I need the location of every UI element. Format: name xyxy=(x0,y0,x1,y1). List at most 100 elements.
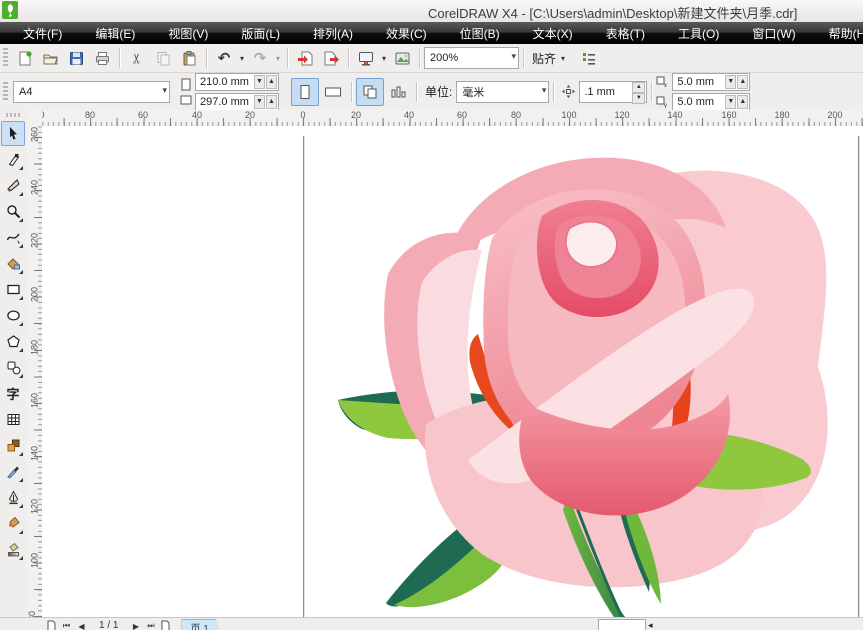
save-floppy-icon xyxy=(68,50,85,67)
menu-file[interactable]: 文件(F) xyxy=(12,22,73,45)
last-page-button[interactable]: ⏭ xyxy=(143,619,158,630)
nudge-offset-field[interactable]: .1 mm ▲▼ xyxy=(579,81,647,103)
redo-button[interactable]: ↷ xyxy=(247,45,273,71)
vruler-label: 240 xyxy=(30,180,40,195)
menu-arrange[interactable]: 排列(A) xyxy=(302,22,364,45)
menu-text[interactable]: 文本(X) xyxy=(522,22,584,45)
eyedropper-tool[interactable] xyxy=(1,459,25,484)
coreldraw-logo-icon xyxy=(2,1,20,21)
application-launcher-button[interactable] xyxy=(353,45,379,71)
spin-up[interactable]: ▲ xyxy=(632,82,645,93)
spin-down[interactable]: ▼ xyxy=(632,93,645,104)
menu-bitmaps[interactable]: 位图(B) xyxy=(449,22,511,45)
freehand-tool[interactable] xyxy=(1,225,25,250)
interactive-fill-tool[interactable] xyxy=(1,537,25,562)
paper-width-value: 210.0 mm xyxy=(200,76,249,88)
undo-button[interactable]: ↶ xyxy=(211,45,237,71)
menu-tools[interactable]: 工具(O) xyxy=(667,22,730,45)
propbar-separator xyxy=(553,82,554,102)
menu-window[interactable]: 窗口(W) xyxy=(741,22,806,45)
export-button[interactable] xyxy=(318,45,344,71)
blend-tool[interactable] xyxy=(1,433,25,458)
menu-effects[interactable]: 效果(C) xyxy=(375,22,438,45)
paper-width-field[interactable]: 210.0 mm ▼▲ xyxy=(195,73,279,91)
menu-view[interactable]: 视图(V) xyxy=(157,22,219,45)
toolbox-grip[interactable] xyxy=(6,113,20,117)
rose-artwork[interactable] xyxy=(330,142,860,617)
shape-tool[interactable] xyxy=(1,147,25,172)
pick-tool[interactable] xyxy=(1,121,25,146)
first-page-button[interactable]: ⏮ xyxy=(59,619,74,630)
vruler-label: 220 xyxy=(30,233,40,248)
next-page-button[interactable]: ▶ xyxy=(128,619,143,630)
menu-layout[interactable]: 版面(L) xyxy=(230,22,291,45)
save-button[interactable] xyxy=(63,45,89,71)
import-button[interactable] xyxy=(292,45,318,71)
portrait-button[interactable] xyxy=(291,78,319,106)
spin-up[interactable]: ▲ xyxy=(737,75,748,89)
fill-tool[interactable] xyxy=(1,511,25,536)
spin-up[interactable]: ▲ xyxy=(266,75,277,89)
hruler-label: 100 xyxy=(561,110,576,120)
crop-tool[interactable] xyxy=(1,173,25,198)
menu-help[interactable]: 帮助(H) xyxy=(818,22,863,45)
spin-up[interactable]: ▲ xyxy=(266,95,277,109)
text-tool[interactable]: 字 xyxy=(1,381,25,406)
menu-table[interactable]: 表格(T) xyxy=(595,22,656,45)
duplicate-x-field[interactable]: 5.0 mm ▼▲ xyxy=(672,73,750,91)
welcome-screen-button[interactable] xyxy=(389,45,415,71)
snap-dropdown[interactable]: 贴齐 ▾ xyxy=(528,48,569,69)
all-pages-button[interactable] xyxy=(356,78,384,106)
current-page-button[interactable] xyxy=(384,78,412,106)
paper-width-icon xyxy=(180,78,192,91)
options-button[interactable] xyxy=(575,45,601,71)
horizontal-scrollbar-track[interactable] xyxy=(598,619,646,630)
zoom-tool[interactable] xyxy=(1,199,25,224)
copy-button[interactable] xyxy=(150,45,176,71)
rectangle-tool[interactable] xyxy=(1,277,25,302)
print-button[interactable] xyxy=(89,45,115,71)
paper-preset-combo[interactable]: A4 ▾ xyxy=(13,81,170,103)
cut-button[interactable]: ✂ xyxy=(124,45,150,71)
toolbar-separator xyxy=(419,48,420,68)
launcher-dropdown[interactable]: ▾ xyxy=(379,54,389,63)
redo-dropdown[interactable]: ▾ xyxy=(273,54,283,63)
horizontal-ruler[interactable]: 10080604020020406080100120140160180200 xyxy=(42,110,863,127)
paper-height-field[interactable]: 297.0 mm ▼▲ xyxy=(195,93,279,111)
basic-shapes-tool[interactable] xyxy=(1,355,25,380)
open-button[interactable] xyxy=(37,45,63,71)
vertical-ruler[interactable]: 26024022020018016014012010080 xyxy=(26,126,43,617)
outline-pen-tool[interactable] xyxy=(1,485,25,510)
smart-fill-tool[interactable] xyxy=(1,251,25,276)
open-folder-icon xyxy=(42,50,59,67)
propbar-grip[interactable] xyxy=(3,82,8,102)
add-page-start-button[interactable] xyxy=(44,619,59,630)
ruler-origin-corner[interactable] xyxy=(26,110,43,127)
drawing-canvas[interactable] xyxy=(42,126,863,617)
spin-down[interactable]: ▼ xyxy=(254,75,265,89)
page-tab[interactable]: 页 1 xyxy=(181,619,221,630)
duplicate-y-field[interactable]: 5.0 mm ▼▲ xyxy=(672,93,750,111)
vruler-label: 120 xyxy=(30,499,40,514)
spin-down[interactable]: ▼ xyxy=(254,95,265,109)
spin-down[interactable]: ▼ xyxy=(725,75,736,89)
polygon-tool[interactable] xyxy=(1,329,25,354)
hruler-label: 180 xyxy=(774,110,789,120)
paste-button[interactable] xyxy=(176,45,202,71)
ellipse-tool[interactable] xyxy=(1,303,25,328)
landscape-button[interactable] xyxy=(319,78,347,106)
table-tool[interactable] xyxy=(1,407,25,432)
landscape-icon xyxy=(324,84,342,100)
undo-dropdown[interactable]: ▾ xyxy=(237,54,247,63)
polygon-icon xyxy=(6,334,21,349)
spin-up[interactable]: ▲ xyxy=(737,95,748,109)
previous-page-button[interactable]: ◀ xyxy=(74,619,89,630)
add-page-end-button[interactable] xyxy=(158,619,173,630)
zoom-level-combo[interactable]: 200% ▾ xyxy=(424,47,519,69)
menu-edit[interactable]: 编辑(E) xyxy=(84,22,146,45)
new-document-button[interactable] xyxy=(11,45,37,71)
units-combo[interactable]: 毫米 ▾ xyxy=(456,81,549,103)
toolbar-grip[interactable] xyxy=(3,48,8,68)
hruler-major-ticks xyxy=(42,110,863,126)
spin-down[interactable]: ▼ xyxy=(725,95,736,109)
